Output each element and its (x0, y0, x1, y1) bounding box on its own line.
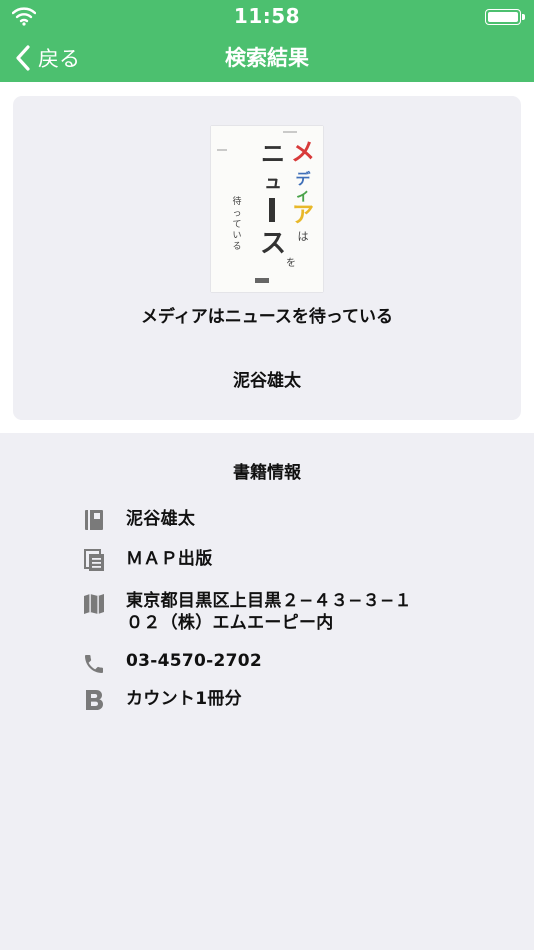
info-row-phone[interactable]: 03-4570-2702 (82, 650, 502, 674)
b-letter-icon (86, 690, 103, 710)
cover-char: ス (260, 229, 286, 259)
book-summary-section: メ デ ィ ア は ニ ュ ス を 待 っ て い る メディアはニュースを待っ… (0, 82, 534, 433)
info-row-count: カウント1冊分 (82, 688, 502, 712)
info-count: カウント1冊分 (126, 689, 242, 709)
cover-char: は (298, 230, 309, 243)
cover-char: を (286, 257, 296, 269)
book-title: メディアはニュースを待っている (140, 307, 394, 327)
cover-char: ュ (264, 172, 282, 193)
cover-art: メ デ ィ ア は ニ ュ ス を 待 っ て い る (211, 126, 323, 292)
cover-char: メ (291, 138, 315, 166)
battery-icon (485, 9, 525, 25)
cover-char: ア (292, 203, 314, 228)
navigation-bar: 戻る 検索結果 (0, 34, 534, 82)
cover-char: ニ (261, 140, 285, 168)
cover-char: る (232, 241, 241, 252)
status-time: 11:58 (233, 4, 301, 28)
cover-char: い (232, 231, 241, 241)
info-row-publisher: ＭＡＰ出版 (82, 548, 502, 572)
book-cover-image: メ デ ィ ア は ニ ュ ス を 待 っ て い る (211, 126, 323, 292)
top-bar: 11:58 戻る 検索結果 (0, 0, 534, 82)
info-address-line2: ０２（株）エムエーピー内 (126, 613, 334, 633)
info-row-author: 泥谷雄太 (82, 508, 502, 532)
cover-char: ィ (295, 186, 310, 204)
phone-icon (85, 655, 103, 673)
cover-char: て (232, 220, 241, 230)
status-bar: 11:58 (0, 0, 534, 34)
cover-char: 待 (232, 195, 241, 207)
book-icon (85, 510, 103, 530)
info-phone[interactable]: 03-4570-2702 (126, 650, 426, 672)
info-address-line1: 東京都目黒区上目黒２−４３−３−１ (126, 591, 412, 611)
cover-char: っ (232, 209, 241, 219)
info-author: 泥谷雄太 (126, 509, 196, 529)
book-card: メ デ ィ ア は ニ ュ ス を 待 っ て い る メディアはニュースを待っ… (13, 96, 521, 420)
page-title: 検索結果 (225, 46, 309, 70)
book-author: 泥谷雄太 (233, 371, 301, 391)
map-icon (84, 594, 104, 614)
section-header-book-info: 書籍情報 (233, 463, 301, 483)
info-publisher: ＭＡＰ出版 (126, 549, 213, 569)
document-icon (84, 549, 104, 571)
info-address: 東京都目黒区上目黒２−４３−３−１ ０２（株）エムエーピー内 (126, 590, 426, 634)
info-row-address: 東京都目黒区上目黒２−４３−３−１ ０２（株）エムエーピー内 (82, 590, 502, 636)
